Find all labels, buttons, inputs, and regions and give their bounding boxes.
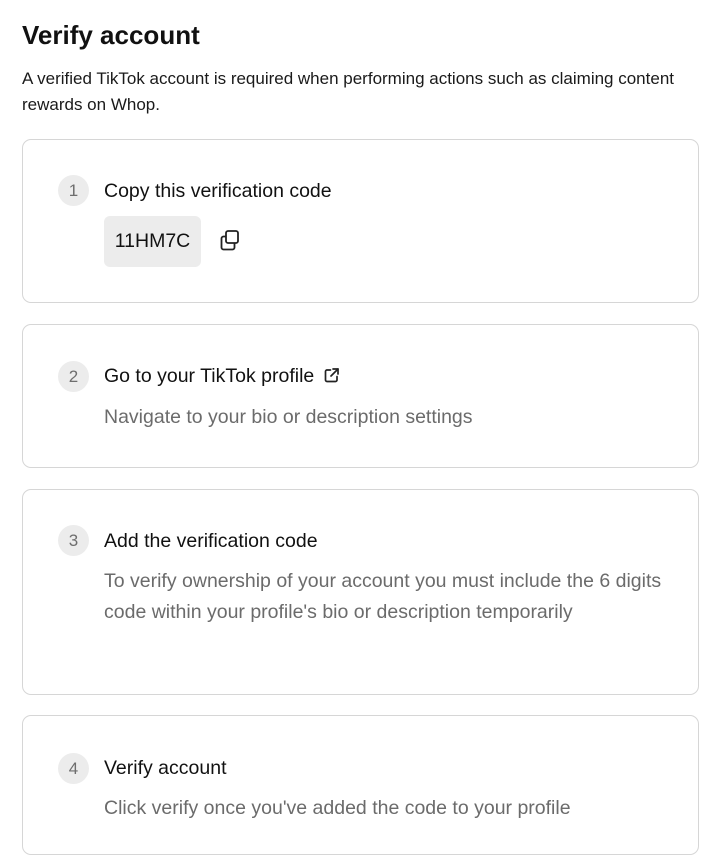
step-number-badge: 3 [58,525,89,556]
step-number-badge: 4 [58,753,89,784]
step-title: Go to your TikTok profile [104,365,315,387]
page-description: A verified TikTok account is required wh… [22,69,674,114]
step-title: Verify account [104,757,227,779]
step-number-badge: 2 [58,361,89,392]
step-title: Copy this verification code [104,180,332,202]
external-link-icon [324,368,340,383]
copy-icon [220,230,239,251]
step-number-badge: 1 [58,175,89,206]
copy-code-button[interactable] [217,228,243,254]
page-title: Verify account [22,20,200,50]
step-card-tiktok-profile: 2 Go to your TikTok profile Navigate to … [22,324,699,468]
step-description: Navigate to your bio or description sett… [104,406,473,428]
step-description: Click verify once you've added the code … [104,797,571,819]
step-card-verify-account: 4 Verify account Click verify once you'v… [22,715,699,855]
step-card-copy-code: 1 Copy this verification code 11HM7C [22,139,699,303]
tiktok-profile-link[interactable]: Go to your TikTok profile [104,362,340,390]
step-card-add-code: 3 Add the verification code To verify ow… [22,489,699,695]
step-description: To verify ownership of your account you … [104,570,662,623]
step-title: Add the verification code [104,530,318,552]
verification-code[interactable]: 11HM7C [104,216,201,267]
